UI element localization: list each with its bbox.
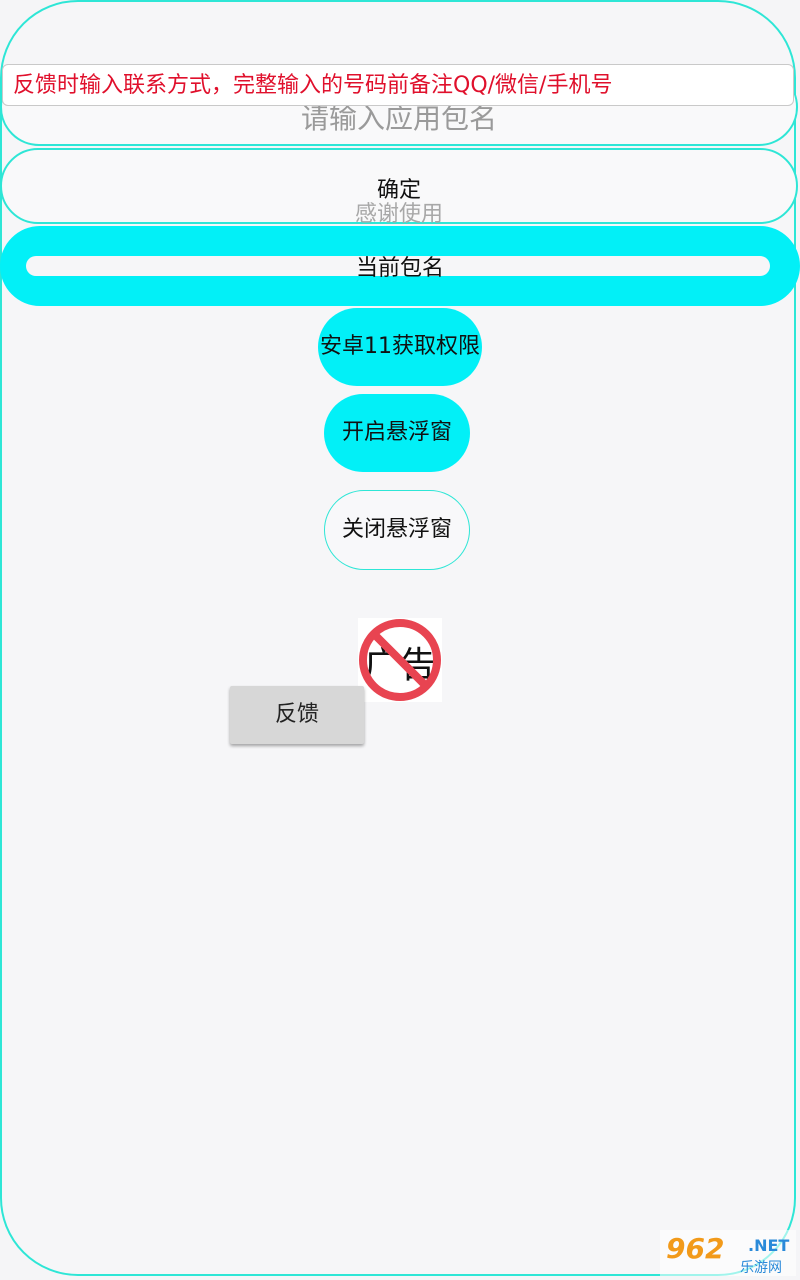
current-package-label: 当前包名 — [355, 256, 444, 281]
no-ads-icon — [359, 619, 441, 701]
close-float-window-button[interactable]: 关闭悬浮窗 — [324, 490, 470, 570]
no-ads-badge[interactable]: 广告 — [358, 618, 442, 702]
watermark-site: 乐游网 — [740, 1260, 782, 1276]
android11-permission-button[interactable]: 安卓11获取权限 — [318, 308, 482, 386]
site-watermark: 962 .NET 乐游网 — [660, 1230, 796, 1276]
confirm-button[interactable]: 确定 感谢使用 — [0, 148, 798, 227]
thanks-label: 感谢使用 — [354, 202, 443, 227]
watermark-number: 962 — [666, 1232, 725, 1265]
current-package-bar: 当前包名 — [0, 226, 800, 306]
open-float-window-button[interactable]: 开启悬浮窗 — [324, 394, 470, 472]
feedback-button[interactable]: 反馈 — [230, 686, 364, 744]
package-name-placeholder: 请输入应用包名 — [300, 102, 497, 135]
feedback-tip-banner: 反馈时输入联系方式，完整输入的号码前备注QQ/微信/手机号 — [2, 64, 794, 106]
watermark-suffix: .NET — [748, 1236, 790, 1255]
